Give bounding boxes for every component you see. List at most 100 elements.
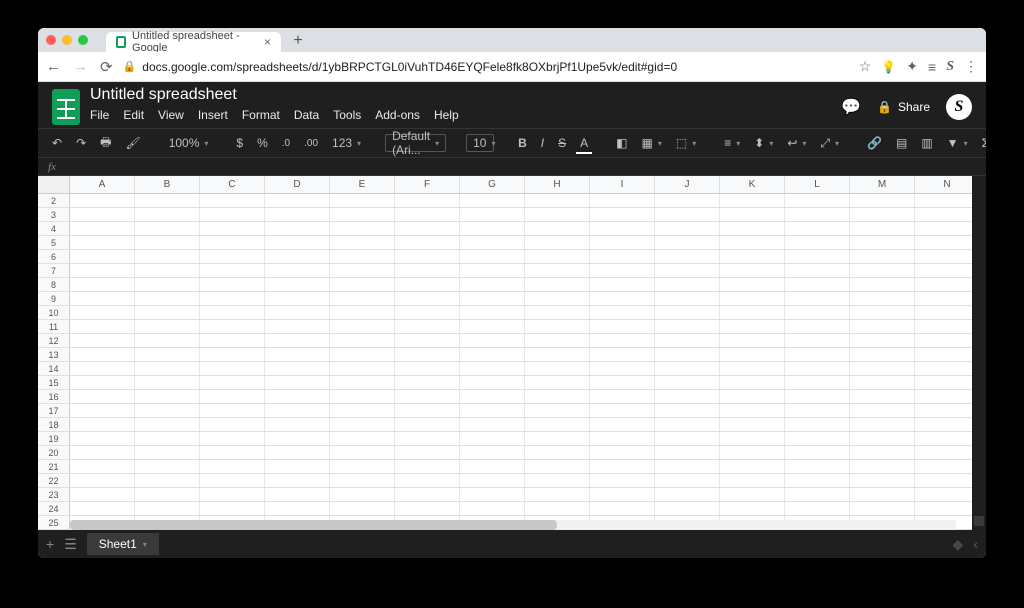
cell[interactable] xyxy=(70,236,135,249)
functions-button[interactable]: Σ xyxy=(978,134,986,152)
cell[interactable] xyxy=(265,194,330,207)
cell[interactable] xyxy=(525,502,590,515)
cell[interactable] xyxy=(135,390,200,403)
cell[interactable] xyxy=(915,376,980,389)
insert-link-icon[interactable]: 🔗 xyxy=(863,134,886,152)
comments-icon[interactable]: 💬 xyxy=(841,97,861,117)
row-header[interactable]: 5 xyxy=(38,236,70,249)
cell[interactable] xyxy=(200,250,265,263)
cell[interactable] xyxy=(655,446,720,459)
extensions-icon[interactable]: ✦ xyxy=(906,58,918,75)
row-header[interactable]: 23 xyxy=(38,488,70,501)
cell[interactable] xyxy=(330,362,395,375)
cell[interactable] xyxy=(200,320,265,333)
cell[interactable] xyxy=(330,474,395,487)
cell[interactable] xyxy=(70,404,135,417)
row-header[interactable]: 2 xyxy=(38,194,70,207)
cell[interactable] xyxy=(785,194,850,207)
close-window-icon[interactable] xyxy=(46,35,56,45)
cell[interactable] xyxy=(135,250,200,263)
cell[interactable] xyxy=(655,264,720,277)
cell[interactable] xyxy=(850,264,915,277)
cell[interactable] xyxy=(850,292,915,305)
cell[interactable] xyxy=(70,348,135,361)
cell[interactable] xyxy=(785,306,850,319)
cell[interactable] xyxy=(785,362,850,375)
profile-s-icon[interactable]: S xyxy=(946,59,954,75)
menu-edit[interactable]: Edit xyxy=(123,108,144,122)
cell[interactable] xyxy=(460,194,525,207)
menu-help[interactable]: Help xyxy=(434,108,459,122)
maximize-window-icon[interactable] xyxy=(78,35,88,45)
cell[interactable] xyxy=(395,236,460,249)
cell[interactable] xyxy=(720,208,785,221)
cell[interactable] xyxy=(200,432,265,445)
cell[interactable] xyxy=(915,236,980,249)
cell[interactable] xyxy=(265,348,330,361)
cell[interactable] xyxy=(720,278,785,291)
cell[interactable] xyxy=(720,432,785,445)
cell[interactable] xyxy=(785,446,850,459)
cell[interactable] xyxy=(70,488,135,501)
cell[interactable] xyxy=(590,264,655,277)
cell[interactable] xyxy=(330,292,395,305)
explore-icon[interactable] xyxy=(974,516,984,526)
row-header[interactable]: 22 xyxy=(38,474,70,487)
row-header[interactable]: 20 xyxy=(38,446,70,459)
cell[interactable] xyxy=(460,446,525,459)
cell[interactable] xyxy=(785,502,850,515)
menu-addons[interactable]: Add-ons xyxy=(375,108,420,122)
minimize-window-icon[interactable] xyxy=(62,35,72,45)
cell[interactable] xyxy=(460,292,525,305)
cell[interactable] xyxy=(915,320,980,333)
cell[interactable] xyxy=(460,334,525,347)
cell[interactable] xyxy=(395,334,460,347)
cell[interactable] xyxy=(135,376,200,389)
cell[interactable] xyxy=(265,502,330,515)
cell[interactable] xyxy=(915,432,980,445)
cell[interactable] xyxy=(395,348,460,361)
redo-icon[interactable]: ↷ xyxy=(72,134,90,152)
cell[interactable] xyxy=(785,292,850,305)
cell[interactable] xyxy=(395,418,460,431)
cell[interactable] xyxy=(200,306,265,319)
cell[interactable] xyxy=(330,404,395,417)
cell[interactable] xyxy=(460,432,525,445)
cell[interactable] xyxy=(655,418,720,431)
cell[interactable] xyxy=(460,488,525,501)
cell[interactable] xyxy=(850,250,915,263)
cell[interactable] xyxy=(720,404,785,417)
cell[interactable] xyxy=(785,376,850,389)
row-header[interactable]: 19 xyxy=(38,432,70,445)
cell[interactable] xyxy=(70,222,135,235)
cell[interactable] xyxy=(200,222,265,235)
cell[interactable] xyxy=(135,418,200,431)
cell[interactable] xyxy=(135,460,200,473)
cell[interactable] xyxy=(70,362,135,375)
undo-icon[interactable]: ↶ xyxy=(48,134,66,152)
cell[interactable] xyxy=(330,236,395,249)
row-header[interactable]: 7 xyxy=(38,264,70,277)
cell[interactable] xyxy=(525,334,590,347)
cell[interactable] xyxy=(850,502,915,515)
cell[interactable] xyxy=(590,460,655,473)
cell[interactable] xyxy=(720,236,785,249)
cell[interactable] xyxy=(265,488,330,501)
cell[interactable] xyxy=(525,376,590,389)
cell[interactable] xyxy=(720,418,785,431)
cell[interactable] xyxy=(330,264,395,277)
cell[interactable] xyxy=(135,334,200,347)
cell[interactable] xyxy=(590,348,655,361)
cell[interactable] xyxy=(460,418,525,431)
column-header[interactable]: H xyxy=(525,176,590,193)
cell[interactable] xyxy=(850,194,915,207)
print-icon[interactable]: 🖶 xyxy=(96,131,115,156)
row-header[interactable]: 13 xyxy=(38,348,70,361)
cell[interactable] xyxy=(915,488,980,501)
text-wrap-button[interactable]: ↩ xyxy=(783,134,810,152)
insert-chart-icon[interactable]: ▥ xyxy=(917,134,936,152)
cell[interactable] xyxy=(655,488,720,501)
cell[interactable] xyxy=(70,208,135,221)
cell[interactable] xyxy=(590,404,655,417)
cell[interactable] xyxy=(525,348,590,361)
